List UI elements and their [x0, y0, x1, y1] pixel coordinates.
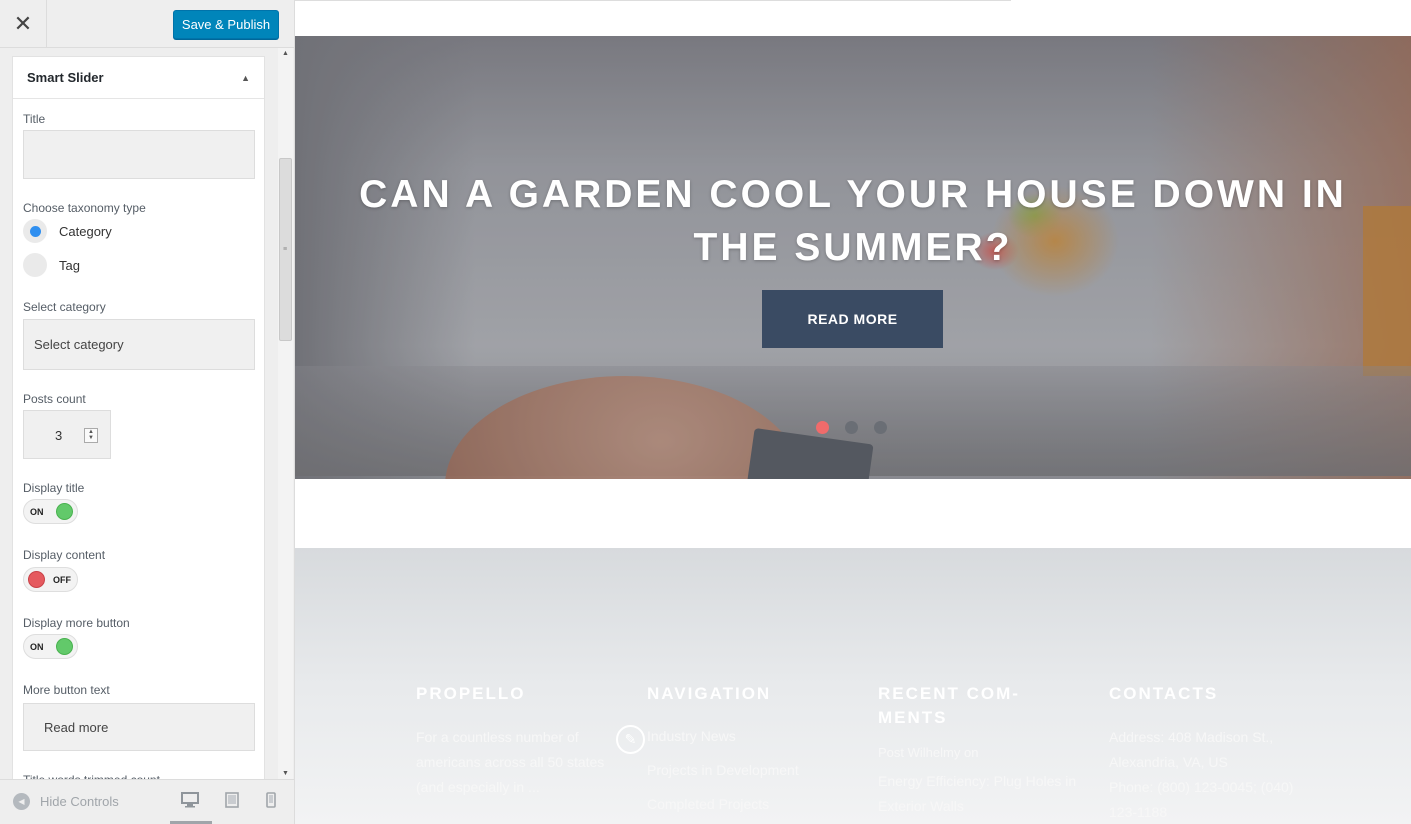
footer-contact-address: Address: 408 Madison St., Alexandria, VA… — [1109, 729, 1274, 770]
hide-controls-label: Hide Controls — [40, 794, 119, 809]
header-divider — [295, 0, 1011, 1]
footer-column-contacts: CONTACTS Address: 408 Madison St., Alexa… — [1109, 682, 1309, 824]
footer-nav-link[interactable]: Completed Projects — [647, 787, 847, 821]
slider-dot-3[interactable] — [874, 421, 887, 434]
stepper-arrows-icon[interactable]: ▲ ▼ — [84, 428, 98, 443]
footer-nav-list: Industry News Projects in Development Co… — [647, 719, 847, 821]
smart-slider: CAN A GARDEN COOL YOUR HOUSE DOWN IN THE… — [295, 36, 1411, 479]
display-title-toggle[interactable]: ON — [23, 499, 78, 524]
footer-heading-about: PROPELLO — [416, 684, 526, 703]
footer-heading-comments: RECENT COM-MENTS — [878, 684, 1020, 727]
radio-dot — [29, 225, 41, 237]
close-icon[interactable]: ✕ — [0, 0, 47, 47]
footer-comment-link[interactable]: Energy Efficiency: Plug Holes in Exterio… — [878, 769, 1078, 819]
site-preview: CAN A GARDEN COOL YOUR HOUSE DOWN IN THE… — [295, 0, 1411, 824]
customizer-sidebar: ✕ Save & Publish Smart Slider ▲ Title Ch… — [0, 0, 295, 824]
taxonomy-label: Choose taxonomy type — [23, 201, 146, 215]
collapse-sidebar-icon: ◀ — [13, 793, 30, 810]
display-content-label: Display content — [23, 548, 106, 562]
footer-comment-author: Post Wilhelmy on — [878, 745, 979, 760]
toggle-state: OFF — [53, 575, 71, 585]
more-text-input[interactable]: Read more — [23, 703, 255, 751]
category-label: Select category — [23, 300, 106, 314]
footer-nav-link[interactable]: Projects in Development — [647, 753, 847, 787]
footer-column-comments: RECENT COM-MENTS Post Wilhelmy on Energy… — [878, 682, 1078, 819]
footer-column-about: PROPELLO For a countless number of ameri… — [416, 682, 616, 800]
radio-button-selected[interactable] — [23, 219, 47, 243]
toggle-knob — [28, 571, 45, 588]
section-title: Smart Slider — [27, 70, 104, 85]
footer-heading-contacts: CONTACTS — [1109, 684, 1219, 703]
display-more-label: Display more button — [23, 616, 130, 630]
footer-nav-link[interactable]: Industry News — [647, 719, 847, 753]
sidebar-scrollbar[interactable]: ▲ ≡ ▼ — [278, 48, 293, 779]
display-more-toggle[interactable]: ON — [23, 634, 78, 659]
category-select[interactable]: Select category — [23, 319, 255, 370]
smart-slider-section: Smart Slider ▲ Title Choose taxonomy typ… — [12, 56, 265, 782]
radio-tag[interactable]: Tag — [23, 253, 80, 277]
title-label: Title — [23, 112, 46, 126]
toggle-knob — [56, 503, 73, 520]
tablet-icon[interactable] — [225, 792, 239, 813]
scroll-down-icon[interactable]: ▼ — [278, 770, 293, 777]
desktop-icon[interactable] — [181, 792, 199, 813]
save-publish-button[interactable]: Save & Publish — [173, 10, 279, 39]
radio-label-category: Category — [59, 223, 112, 239]
section-header[interactable]: Smart Slider ▲ — [13, 57, 264, 99]
more-text-label: More button text — [23, 683, 110, 697]
customizer-header: ✕ Save & Publish — [0, 0, 294, 48]
toggle-state: ON — [30, 507, 44, 517]
toggle-state: ON — [30, 642, 44, 652]
posts-count-label: Posts count — [23, 392, 86, 406]
footer-contact-phone: Phone: (800) 123-0045; (040) 123-1188 — [1109, 779, 1294, 820]
collapse-arrow-icon[interactable]: ▲ — [241, 73, 250, 83]
hide-controls-button[interactable]: ◀ Hide Controls — [13, 793, 119, 810]
toggle-knob — [56, 638, 73, 655]
slider-dot-1[interactable] — [816, 421, 829, 434]
radio-label-tag: Tag — [59, 257, 80, 273]
footer-column-navigation: NAVIGATION Industry News Projects in Dev… — [647, 682, 847, 821]
customizer-footer: ◀ Hide Controls — [0, 779, 294, 824]
read-more-button[interactable]: READ MORE — [762, 290, 943, 348]
site-footer: PROPELLO For a countless number of ameri… — [295, 548, 1411, 824]
scrollbar-thumb[interactable]: ≡ — [279, 158, 292, 341]
footer-about-text: For a countless number of americans acro… — [416, 729, 605, 795]
grip-icon: ≡ — [283, 246, 288, 253]
display-title-label: Display title — [23, 481, 85, 495]
posts-count-stepper[interactable]: 3 ▲ ▼ — [23, 410, 111, 459]
edit-shortcut-icon[interactable]: ✎ — [616, 725, 645, 754]
slider-dot-2[interactable] — [845, 421, 858, 434]
radio-category[interactable]: Category — [23, 219, 112, 243]
scroll-up-icon[interactable]: ▲ — [278, 50, 293, 57]
mobile-icon[interactable] — [266, 792, 276, 813]
title-input[interactable] — [23, 130, 255, 179]
display-content-toggle[interactable]: OFF — [23, 567, 78, 592]
slide-title: CAN A GARDEN COOL YOUR HOUSE DOWN IN THE… — [359, 173, 1347, 269]
posts-count-value: 3 — [55, 428, 63, 443]
footer-heading-navigation: NAVIGATION — [647, 684, 772, 703]
slider-pagination — [816, 421, 887, 434]
radio-button[interactable] — [23, 253, 47, 277]
